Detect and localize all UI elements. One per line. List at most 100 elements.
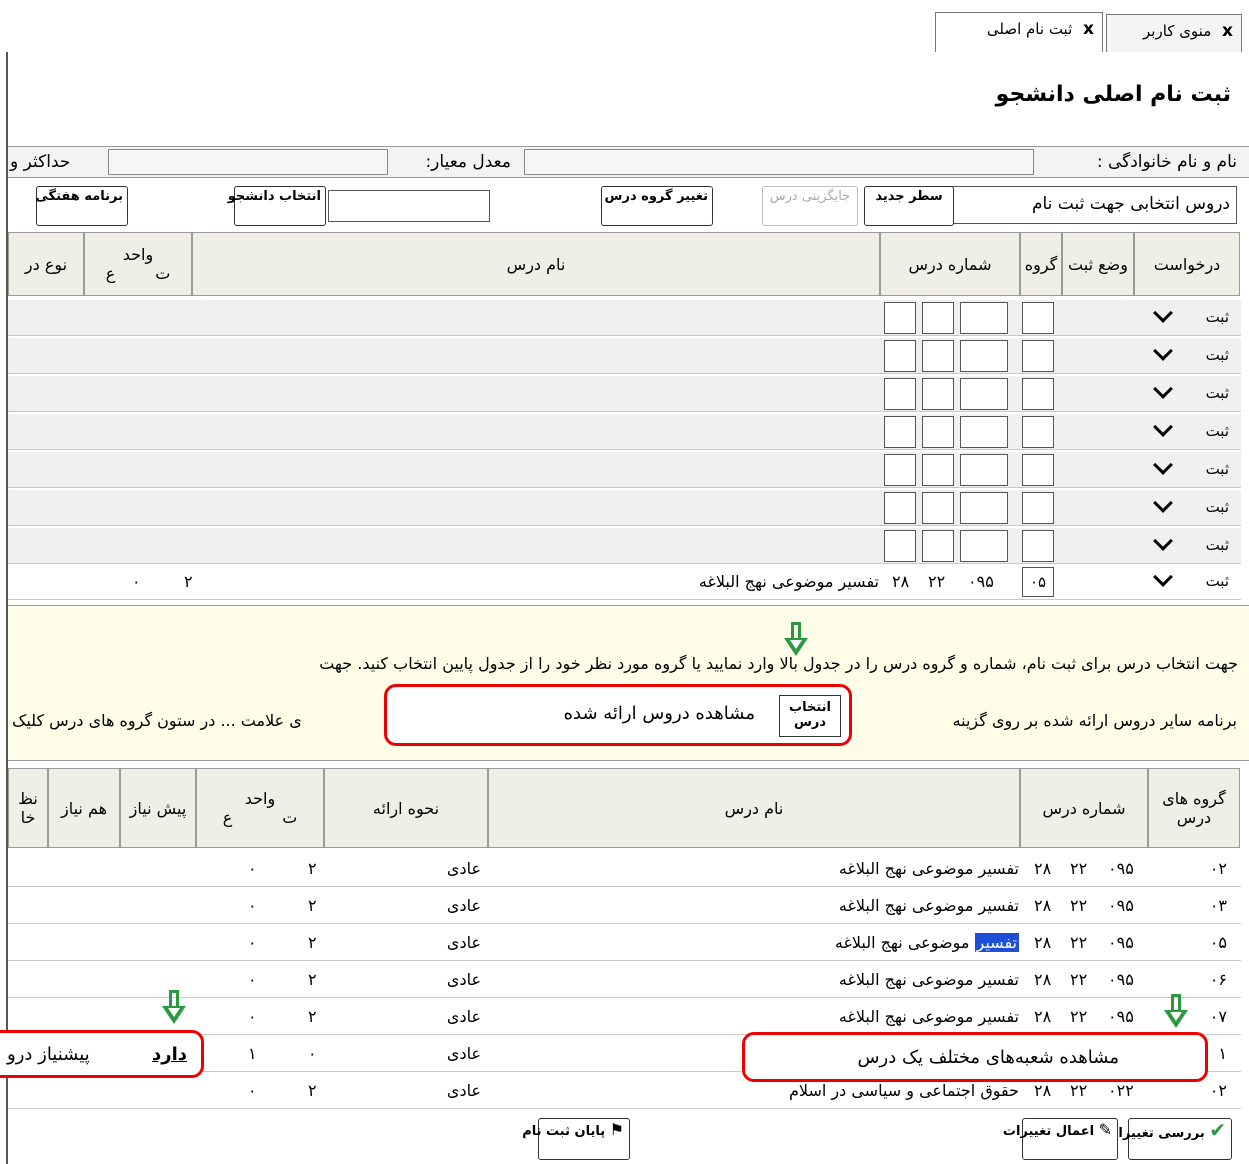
table-row-filled[interactable]: ثبت ۰۵ ۰۹۵ ۲۲ ۲۸ تفسیر موضوعی نهج البلاغ…	[8, 564, 1241, 600]
page-title: ثبت نام اصلی دانشجو	[995, 82, 1231, 107]
table-row[interactable]: ثبت	[8, 414, 1241, 450]
arrow-down-icon	[784, 622, 808, 658]
chevron-down-icon[interactable]	[1153, 455, 1173, 475]
group-value[interactable]: ۰۵	[1022, 567, 1054, 597]
group-cell: ۰۵	[1209, 933, 1227, 952]
units-a-value: ۰	[248, 896, 257, 915]
course-number-input-1[interactable]	[884, 302, 916, 334]
course-number-input-2[interactable]	[922, 454, 954, 486]
tab-user-menu[interactable]: x منوی کاربر	[1106, 14, 1242, 52]
chevron-down-icon[interactable]	[1153, 303, 1173, 323]
course-number-input-3[interactable]	[960, 378, 1008, 410]
course-number-1: ۰۹۵	[1108, 970, 1134, 989]
course-number-input-3[interactable]	[960, 416, 1008, 448]
course-number-1: ۰۹۵	[1108, 933, 1134, 952]
course-number-input-3[interactable]	[960, 340, 1008, 372]
delivery-cell: عادی	[446, 859, 481, 878]
course-name: تفسیر موضوعی نهج البلاغه	[698, 572, 879, 591]
table-row[interactable]: ۰۲ ۰۹۵ ۲۲ ۲۸ تفسیر موضوعی نهج البلاغه عا…	[8, 850, 1241, 887]
col-bottom-units: واحد ت ع	[196, 768, 324, 848]
prereq-has-link[interactable]: دارد	[152, 1044, 187, 1065]
course-number-input-3[interactable]	[960, 492, 1008, 524]
flag-icon: ⚑	[609, 1120, 624, 1139]
course-number-input-2[interactable]	[922, 416, 954, 448]
table-row[interactable]: ۰۳ ۰۹۵ ۲۲ ۲۸ تفسیر موضوعی نهج البلاغه عا…	[8, 887, 1241, 924]
course-number-input-1[interactable]	[884, 492, 916, 524]
gpa-field	[108, 149, 388, 175]
group-input[interactable]	[1022, 416, 1054, 448]
course-number-input-1[interactable]	[884, 416, 916, 448]
course-name: تفسیر موضوعی نهج البلاغه	[838, 859, 1019, 878]
group-input[interactable]	[1022, 492, 1054, 524]
select-course-button[interactable]: انتخاب درس	[779, 695, 841, 737]
course-number-input-2[interactable]	[922, 340, 954, 372]
review-changes-button[interactable]: ✔ بررسی تغییرات	[1105, 1118, 1232, 1160]
check-icon: ✔	[1209, 1118, 1226, 1142]
max-units-label: حداکثر و	[10, 152, 71, 172]
units-subheaders: ت ع	[106, 264, 171, 283]
select-student-button[interactable]: انتخاب دانشجو	[228, 186, 326, 226]
group-cell: ۰۲	[1209, 859, 1227, 878]
units-a-value: ۰	[248, 859, 257, 878]
course-number-1: ۰۹۵	[968, 572, 994, 591]
delivery-cell: عادی	[446, 896, 481, 915]
course-number-input-2[interactable]	[922, 378, 954, 410]
col-course-name: نام درس	[192, 232, 880, 296]
course-number-input-1[interactable]	[884, 530, 916, 562]
request-cell: ثبت	[1205, 498, 1229, 516]
course-number-3: ۲۸	[1034, 1081, 1052, 1100]
table-row[interactable]: ثبت	[8, 528, 1241, 564]
course-number-2: ۲۲	[1070, 1007, 1088, 1026]
course-number-input-1[interactable]	[884, 454, 916, 486]
table-row[interactable]: ثبت	[8, 490, 1241, 526]
table-row[interactable]: ثبت	[8, 338, 1241, 374]
table-row-selected[interactable]: ۰۵ ۰۹۵ ۲۲ ۲۸ تفسیر موضوعی نهج البلاغه عا…	[8, 924, 1241, 961]
request-cell: ثبت	[1205, 572, 1229, 590]
chevron-down-icon[interactable]	[1153, 567, 1173, 587]
course-number-input-2[interactable]	[922, 302, 954, 334]
table-row[interactable]: ثبت	[8, 376, 1241, 412]
select-student-label: انتخاب دانشجو	[227, 189, 321, 204]
tab-main-registration[interactable]: x ثبت نام اصلی	[935, 12, 1103, 52]
course-number-input-1[interactable]	[884, 340, 916, 372]
change-group-button[interactable]: تغییر گروه درس	[601, 186, 713, 226]
group-cell: ۰۲	[1209, 1081, 1227, 1100]
col-group: گروه	[1020, 232, 1062, 296]
course-number-2: ۲۲	[1070, 970, 1088, 989]
course-number-input-3[interactable]	[960, 454, 1008, 486]
group-input[interactable]	[1022, 530, 1054, 562]
group-input[interactable]	[1022, 454, 1054, 486]
table-row[interactable]: ثبت	[8, 452, 1241, 488]
table-row[interactable]: ثبت	[8, 300, 1241, 336]
chevron-down-icon[interactable]	[1153, 379, 1173, 399]
course-number-2: ۲۲	[1070, 1081, 1088, 1100]
close-icon[interactable]: x	[1222, 21, 1233, 41]
group-input[interactable]	[1022, 302, 1054, 334]
student-id-input[interactable]	[328, 190, 490, 222]
chevron-down-icon[interactable]	[1153, 493, 1173, 513]
course-number-input-3[interactable]	[960, 530, 1008, 562]
table-row[interactable]: ۰۶ ۰۹۵ ۲۲ ۲۸ تفسیر موضوعی نهج البلاغه عا…	[8, 961, 1241, 998]
course-number-input-2[interactable]	[922, 530, 954, 562]
group-input[interactable]	[1022, 378, 1054, 410]
close-icon[interactable]: x	[1083, 19, 1094, 39]
apply-changes-button[interactable]: ✎ اعمال تغییرات	[1003, 1118, 1118, 1160]
chevron-down-icon[interactable]	[1153, 531, 1173, 551]
name-label: نام و نام خانوادگی :	[1096, 152, 1237, 172]
units-a-value: ۰	[248, 1081, 257, 1100]
callout-sections-text: مشاهده شعبه‌های مختلف یک درس	[857, 1047, 1119, 1068]
request-cell: ثبت	[1205, 384, 1229, 402]
weekly-program-button[interactable]: برنامه هفتگی	[35, 186, 128, 226]
course-number-input-2[interactable]	[922, 492, 954, 524]
course-number-input-3[interactable]	[960, 302, 1008, 334]
course-number-1: ۰۹۵	[1108, 859, 1134, 878]
group-input[interactable]	[1022, 340, 1054, 372]
chevron-down-icon[interactable]	[1153, 341, 1173, 361]
units-t-label: ت	[155, 264, 171, 283]
new-row-button[interactable]: سطر جدید	[864, 186, 954, 226]
course-number-2: ۲۲	[1070, 896, 1088, 915]
finish-registration-button[interactable]: ⚑ پایان ثبت نام	[522, 1118, 630, 1160]
course-number-input-1[interactable]	[884, 378, 916, 410]
replace-course-button[interactable]: جایگزینی درس	[762, 186, 858, 226]
chevron-down-icon[interactable]	[1153, 417, 1173, 437]
